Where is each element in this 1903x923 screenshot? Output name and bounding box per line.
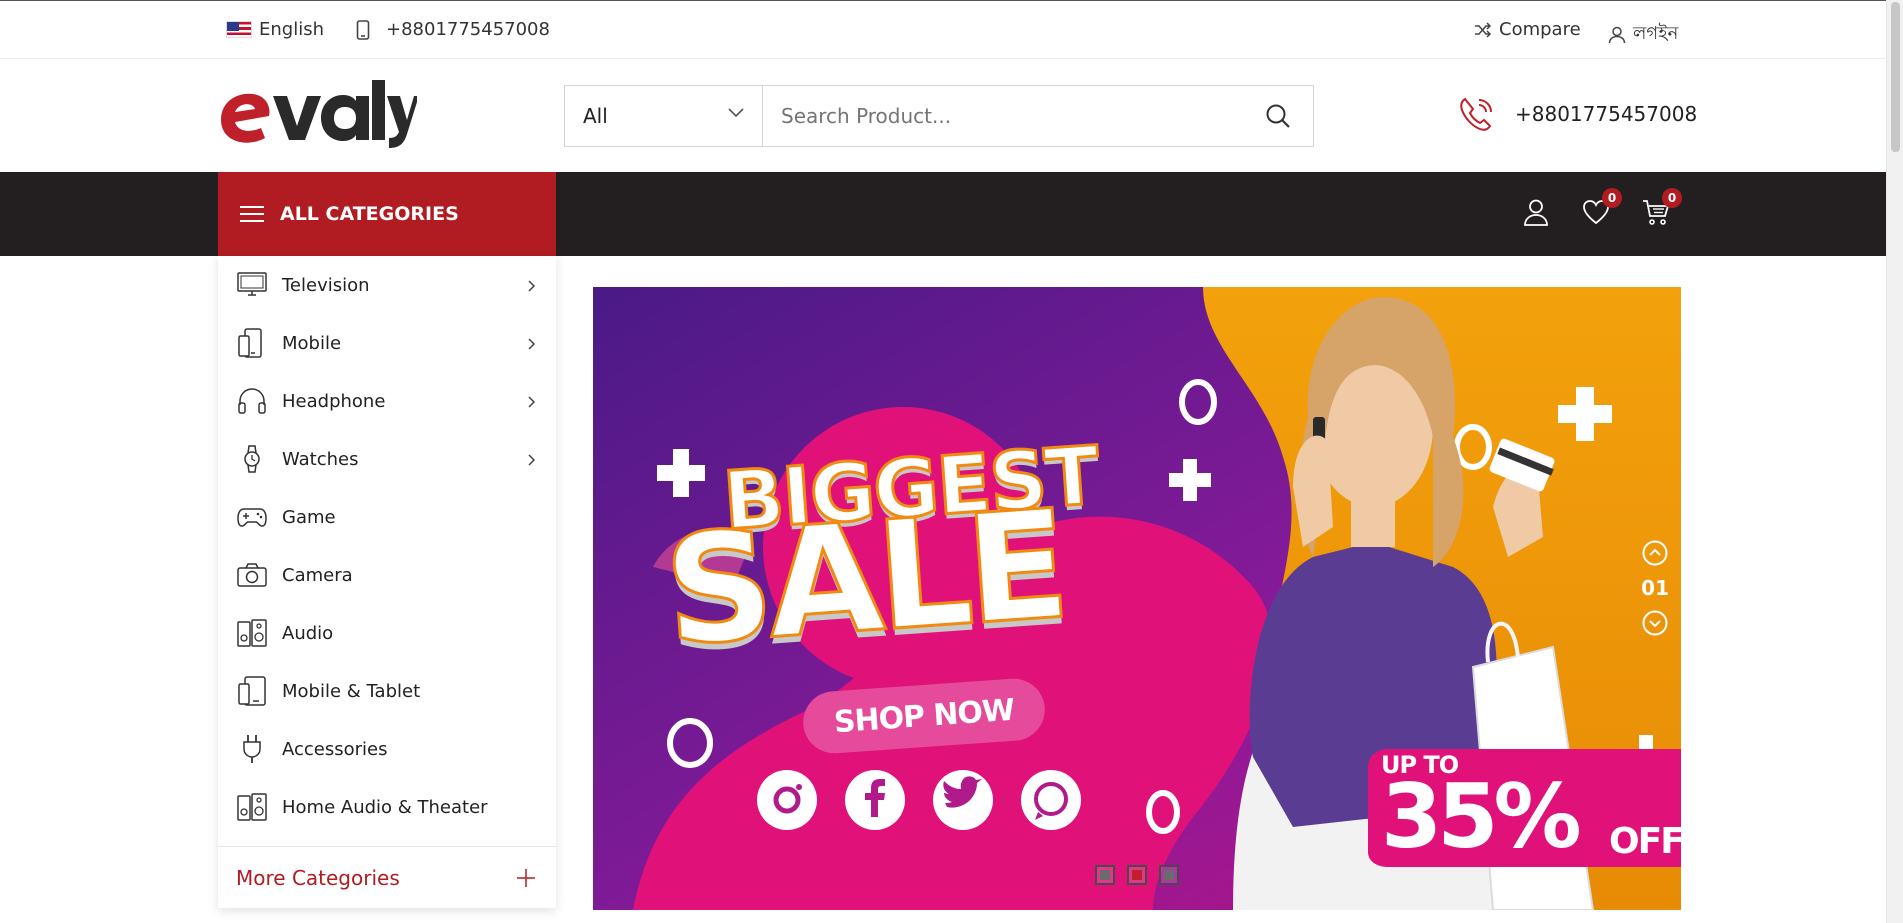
category-item-game[interactable]: Game <box>218 488 556 546</box>
gamepad-icon <box>236 501 268 533</box>
plus-icon <box>517 869 535 887</box>
all-categories-label: ALL CATEGORIES <box>280 203 459 225</box>
category-item-mobile-tablet[interactable]: Mobile & Tablet <box>218 662 556 720</box>
page: English +8801775457008 Compare লগইন All … <box>0 0 1903 923</box>
category-label: Watches <box>282 448 359 470</box>
evaly-logo-mark <box>221 80 417 148</box>
hero-banner-slider[interactable]: BIGGEST SALE SHOP NOW UP TO 35% OFF 01 <box>593 287 1681 910</box>
evaly-logo[interactable] <box>217 78 417 160</box>
search-field <box>763 86 1243 146</box>
category-label: Mobile <box>282 332 342 354</box>
plug-icon <box>236 733 268 765</box>
header-phone-number: +8801775457008 <box>1515 102 1698 126</box>
headphone-icon <box>236 385 268 417</box>
category-label: Home Audio & Theater <box>282 796 488 818</box>
slide-prev-button[interactable] <box>1642 540 1668 566</box>
all-categories-button[interactable]: ALL CATEGORIES <box>218 172 556 256</box>
category-item-audio[interactable]: Audio <box>218 604 556 662</box>
chevron-down-icon <box>728 108 744 118</box>
login-label: লগইন <box>1633 23 1679 44</box>
slide-number: 01 <box>1641 576 1669 600</box>
mobile-phone-icon <box>356 19 370 40</box>
category-label: Audio <box>282 622 334 644</box>
category-label: Mobile & Tablet <box>282 680 421 702</box>
category-label: Television <box>282 274 370 296</box>
topbar-phone[interactable]: +8801775457008 <box>356 19 550 40</box>
scrollbar-thumb[interactable] <box>1891 2 1900 152</box>
language-label: English <box>259 19 324 40</box>
tablet-icon <box>236 675 268 707</box>
category-item-watches[interactable]: Watches <box>218 430 556 488</box>
compare-link[interactable]: Compare <box>1474 19 1581 40</box>
category-item-camera[interactable]: Camera <box>218 546 556 604</box>
camera-icon <box>236 559 268 591</box>
search-icon <box>1266 104 1290 128</box>
cart-button[interactable]: 0 <box>1640 188 1682 228</box>
chevron-right-icon <box>528 396 536 408</box>
wishlist-count-badge: 0 <box>1602 188 1622 208</box>
user-icon <box>1608 26 1626 43</box>
header-phone[interactable]: +8801775457008 <box>1457 94 1697 134</box>
topbar-phone-number: +8801775457008 <box>386 19 550 40</box>
us-flag-icon <box>226 21 252 38</box>
cart-count-badge: 0 <box>1662 188 1682 208</box>
category-label: Camera <box>282 564 353 586</box>
search-input[interactable] <box>781 104 1241 128</box>
category-item-television[interactable]: Television <box>218 256 556 314</box>
television-icon <box>236 269 268 301</box>
category-label: Headphone <box>282 390 386 412</box>
shuffle-icon <box>1475 21 1492 38</box>
category-item-accessories[interactable]: Accessories <box>218 720 556 778</box>
compare-label: Compare <box>1499 19 1581 40</box>
vertical-scrollbar[interactable] <box>1886 0 1903 923</box>
promo-percent-label: 35% <box>1381 765 1582 868</box>
speaker-icon <box>236 791 268 823</box>
promo-off-label: OFF <box>1609 821 1681 862</box>
slider-dots <box>1095 865 1179 885</box>
account-button[interactable] <box>1520 196 1552 228</box>
search-bar: All <box>564 85 1314 147</box>
slider-controls: 01 <box>1641 540 1669 636</box>
shop-now-label: SHOP NOW <box>832 692 1016 740</box>
header: All +8801775457008 <box>0 60 1886 172</box>
slide-next-button[interactable] <box>1642 610 1668 636</box>
search-button[interactable] <box>1243 86 1313 146</box>
chevron-right-icon <box>528 280 536 292</box>
slider-dot[interactable] <box>1095 865 1115 885</box>
speaker-icon <box>236 617 268 649</box>
slider-dot[interactable] <box>1127 865 1147 885</box>
search-category-select[interactable]: All <box>565 86 763 146</box>
category-item-headphone[interactable]: Headphone <box>218 372 556 430</box>
slider-dot[interactable] <box>1159 865 1179 885</box>
category-label: Accessories <box>282 738 388 760</box>
slider-dot-fill <box>1132 870 1142 880</box>
more-categories-label: More Categories <box>236 865 400 890</box>
nav-icons: 0 0 <box>1520 188 1682 228</box>
language-selector[interactable]: English <box>226 19 324 40</box>
nav-bar: ALL CATEGORIES 0 0 <box>0 172 1886 256</box>
category-sidebar: Television Mobile Headphone Watches Game… <box>218 256 556 908</box>
search-category-value: All <box>583 104 608 128</box>
category-item-mobile[interactable]: Mobile <box>218 314 556 372</box>
login-link[interactable]: লগইন <box>1608 19 1678 50</box>
promo-badge: UP TO 35% OFF <box>1381 749 1681 867</box>
slider-dot-fill <box>1164 870 1174 880</box>
more-categories-button[interactable]: More Categories <box>218 846 556 908</box>
banner-headline-sale: SALE <box>658 477 1070 681</box>
watch-icon <box>236 443 268 475</box>
slider-dot-fill <box>1100 870 1110 880</box>
wishlist-button[interactable]: 0 <box>1580 188 1622 228</box>
user-icon <box>1524 199 1548 226</box>
chevron-right-icon <box>528 454 536 466</box>
category-label: Game <box>282 506 336 528</box>
category-item-home-audio-theater[interactable]: Home Audio & Theater <box>218 778 556 836</box>
phone-call-icon <box>1460 97 1492 131</box>
hamburger-menu-icon <box>240 206 264 222</box>
mobile-icon <box>236 327 268 359</box>
top-bar: English +8801775457008 Compare লগইন <box>0 0 1886 59</box>
chevron-right-icon <box>528 338 536 350</box>
